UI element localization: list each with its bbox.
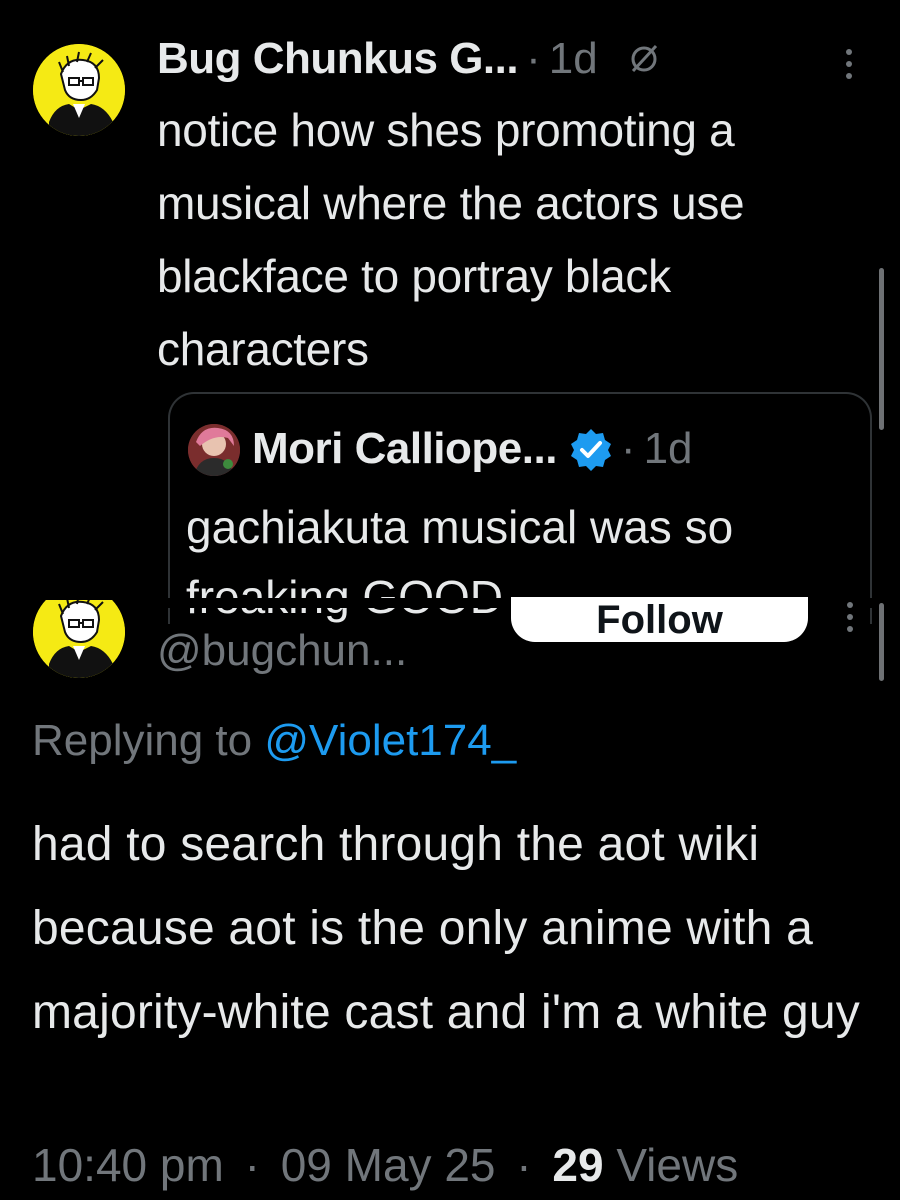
views-count: 29 <box>552 1139 604 1191</box>
tweet-header: Bug Chunkus G... · 1d <box>157 28 662 90</box>
tweet-text: notice how shes promoting a musical wher… <box>157 104 745 375</box>
timestamp-time[interactable]: 10:40 pm <box>32 1139 224 1191</box>
quoted-author-avatar <box>188 424 240 476</box>
tweet-time[interactable]: 1d <box>549 34 598 84</box>
avatar-illustration <box>33 44 125 136</box>
mute-icon[interactable] <box>626 41 662 77</box>
replying-to: Replying to @Violet174_ <box>32 716 516 766</box>
timestamp-date[interactable]: 09 May 25 <box>281 1139 496 1191</box>
scrollbar-thumb[interactable] <box>879 268 884 430</box>
separator-dot: · <box>244 1139 260 1191</box>
mention-link[interactable]: @Violet174_ <box>264 716 516 765</box>
separator-dot: · <box>526 34 541 83</box>
quoted-author-name: Mori Calliope... <box>252 424 557 473</box>
quoted-tweet-card[interactable]: Mori Calliope... · 1d gachiakuta musical… <box>168 392 872 624</box>
separator-dot: · <box>620 424 636 473</box>
scrollbar-thumb[interactable] <box>879 603 884 681</box>
tweet-metadata: 10:40 pm · 09 May 25 · 29 Views <box>32 1138 738 1192</box>
follow-button[interactable]: Follow <box>511 597 808 642</box>
quoted-tweet-time: 1d <box>643 424 693 473</box>
quoted-avatar-illustration <box>188 424 240 476</box>
replying-prefix: Replying to <box>32 716 265 765</box>
reply-tweet-text: had to search through the aot wiki becau… <box>32 818 860 1039</box>
quoted-tweet-header: Mori Calliope... · 1d <box>252 416 693 482</box>
verified-badge-icon <box>570 429 611 471</box>
more-vertical-icon[interactable] <box>840 600 860 634</box>
separator-dot: · <box>516 1139 532 1191</box>
author-name[interactable]: Bug Chunkus G... <box>157 34 519 84</box>
views-label: Views <box>616 1139 739 1191</box>
author-handle[interactable]: @bugchun... <box>157 626 407 676</box>
more-vertical-icon[interactable] <box>838 46 860 82</box>
author-avatar[interactable] <box>33 44 125 136</box>
